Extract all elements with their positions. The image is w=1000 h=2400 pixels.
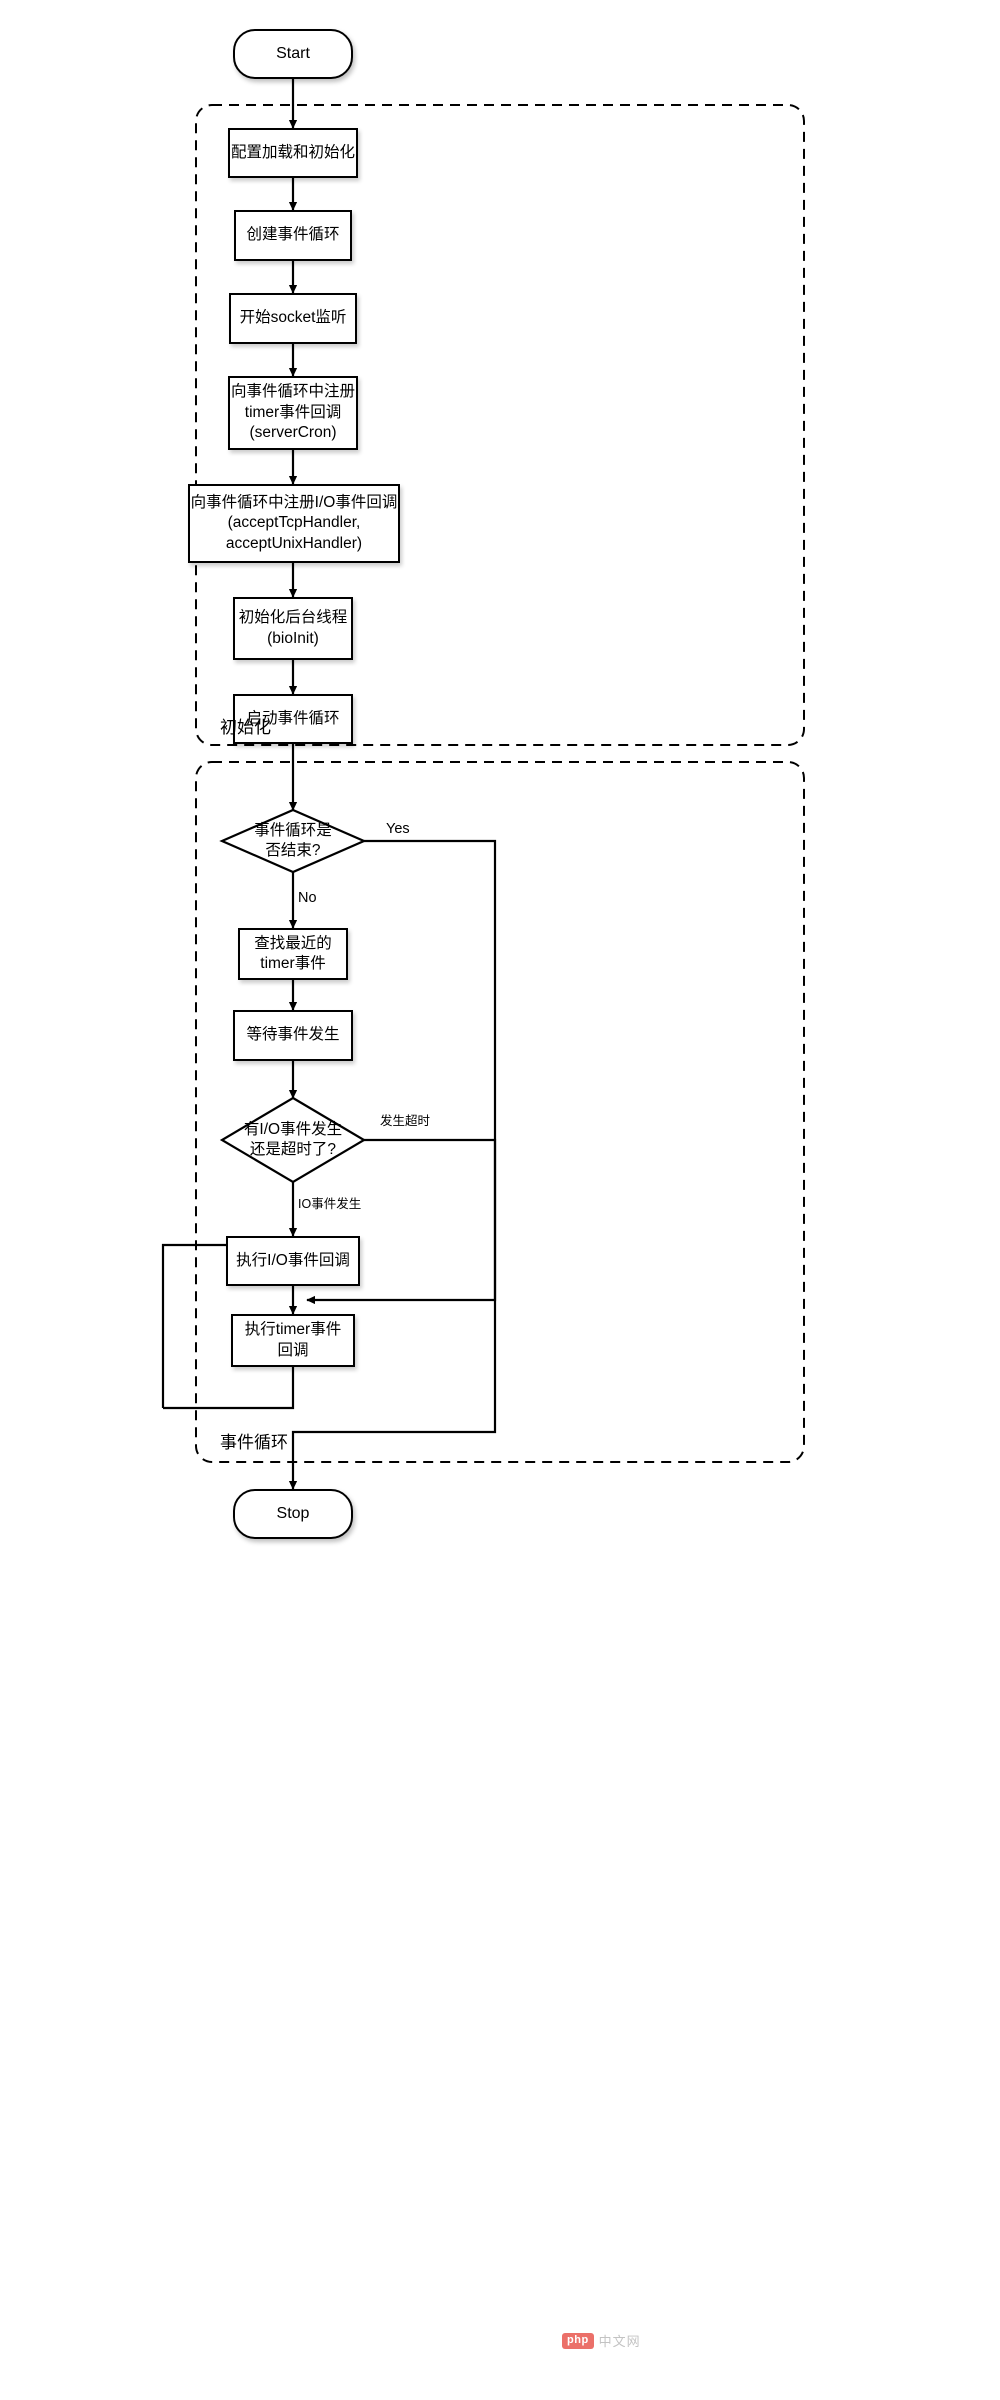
edge-label-no: No bbox=[298, 890, 317, 906]
edge-label-timeout: 发生超时 bbox=[380, 1114, 431, 1128]
node-exec-io-callback[interactable]: 执行I/O事件回调 bbox=[226, 1236, 360, 1286]
node-config-init[interactable]: 配置加载和初始化 bbox=[228, 128, 358, 178]
flowchart-canvas: Start 配置加载和初始化 创建事件循环 开始socket监听 向事件循环中注… bbox=[0, 0, 1000, 2400]
node-start-socket[interactable]: 开始socket监听 bbox=[229, 293, 357, 344]
edge-exec-timer-loopback bbox=[163, 1367, 295, 1410]
node-bio-init[interactable]: 初始化后台线程 (bioInit) bbox=[233, 597, 353, 660]
node-register-io[interactable]: 向事件循环中注册I/O事件回调 (acceptTcpHandler, accep… bbox=[188, 484, 400, 563]
node-start[interactable]: Start bbox=[233, 29, 353, 79]
node-decision-loop-end-label[interactable]: 事件循环是 否结束? bbox=[228, 814, 358, 868]
node-exec-timer-callback[interactable]: 执行timer事件 回调 bbox=[231, 1314, 355, 1367]
watermark: php 中文网 bbox=[562, 2331, 641, 2350]
edge-label-yes: Yes bbox=[386, 821, 410, 837]
edge-label-io-happened: IO事件发生 bbox=[298, 1197, 362, 1211]
watermark-text: 中文网 bbox=[598, 2334, 641, 2349]
watermark-badge: php bbox=[562, 2332, 594, 2349]
flowchart-edges-layer bbox=[161, 79, 805, 1490]
group-caption-init: 初始化 bbox=[220, 718, 271, 737]
node-wait-event[interactable]: 等待事件发生 bbox=[233, 1010, 353, 1061]
group-caption-event-loop: 事件循环 bbox=[220, 1433, 288, 1452]
node-stop[interactable]: Stop bbox=[233, 1489, 353, 1539]
node-register-timer[interactable]: 向事件循环中注册 timer事件回调 (serverCron) bbox=[228, 376, 358, 450]
node-create-loop[interactable]: 创建事件循环 bbox=[234, 210, 352, 261]
node-find-timer[interactable]: 查找最近的 timer事件 bbox=[238, 928, 348, 980]
node-decision-io-or-timeout-label[interactable]: 有I/O事件发生 还是超时了? bbox=[222, 1113, 364, 1167]
